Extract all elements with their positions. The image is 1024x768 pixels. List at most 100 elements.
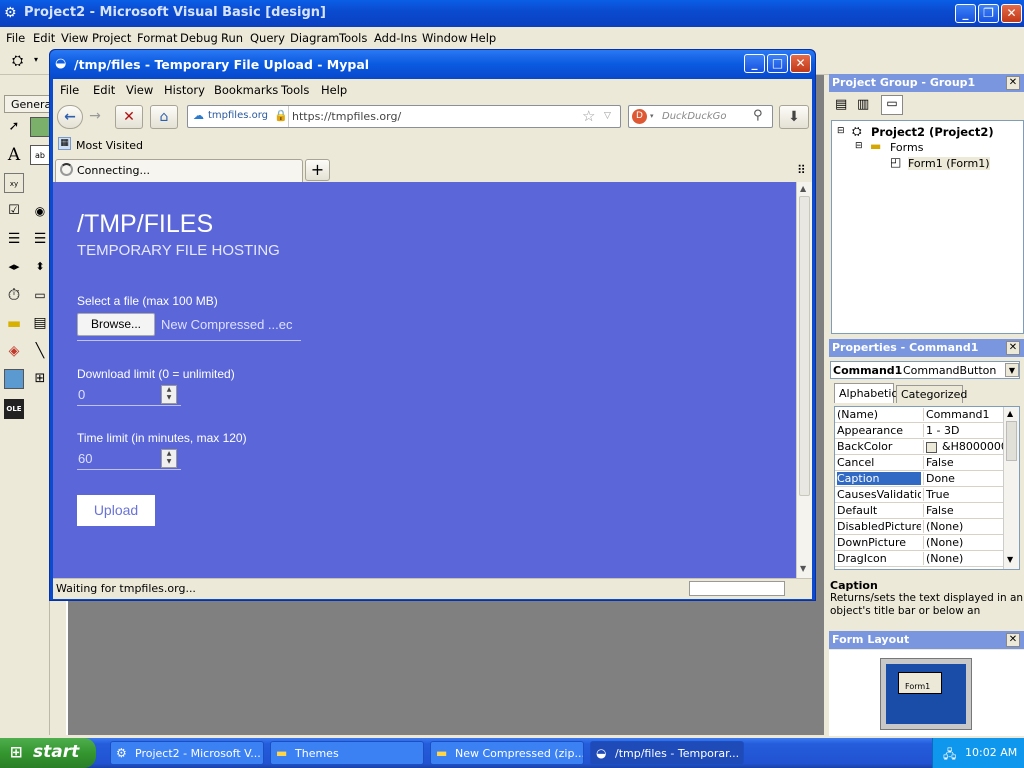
scroll-up-icon[interactable]: ▲ xyxy=(800,184,806,193)
page-scrollbar[interactable]: ▲ ▼ xyxy=(796,182,812,578)
downloads-button[interactable]: ⬇ xyxy=(779,105,809,129)
browser-menu-history[interactable]: History xyxy=(164,83,205,97)
task-mypal[interactable]: ◒/tmp/files - Temporar... xyxy=(590,741,744,765)
checkbox-tool-icon[interactable]: ☑ xyxy=(4,201,24,221)
vb-menu-window[interactable]: Window xyxy=(422,31,467,45)
home-button[interactable]: ⌂ xyxy=(150,105,178,129)
browser-menu-file[interactable]: File xyxy=(60,83,79,97)
forward-button[interactable]: → xyxy=(83,105,107,129)
close-button[interactable]: ✕ xyxy=(1001,4,1022,23)
drive-tool-icon[interactable]: ▭ xyxy=(30,285,50,305)
restore-button[interactable]: ❐ xyxy=(978,4,999,23)
textbox-tool-icon[interactable]: ab xyxy=(30,145,50,165)
property-row[interactable]: Appearance 1 - 3D xyxy=(835,423,1003,439)
object-selector[interactable]: Command1 CommandButton ▼ xyxy=(830,361,1020,379)
time-limit-stepper[interactable]: ▲ ▼ xyxy=(161,449,177,468)
vb-menu-diagram[interactable]: Diagram xyxy=(290,31,339,45)
search-icon[interactable]: ⚲ xyxy=(753,108,763,123)
listbox-tool-icon[interactable]: ☰ xyxy=(30,229,50,249)
task-new-compressed[interactable]: ▬ New Compressed (zip... xyxy=(430,741,584,765)
scroll-up-icon[interactable]: ▲ xyxy=(1007,409,1013,418)
property-row[interactable]: Default False xyxy=(835,503,1003,519)
chevron-down-icon[interactable]: ▾ xyxy=(650,112,654,120)
add-project-icon[interactable]: ⛭ xyxy=(12,53,23,69)
browser-menu-tools[interactable]: Tools xyxy=(281,83,309,97)
scroll-down-icon[interactable]: ▼ xyxy=(800,564,806,573)
duckduckgo-icon[interactable]: D xyxy=(632,109,647,124)
chevron-down-icon[interactable]: ▾ xyxy=(34,55,38,64)
property-row[interactable]: (Name) Command1 xyxy=(835,407,1003,423)
download-limit-stepper[interactable]: ▲ ▼ xyxy=(161,385,177,404)
minimize-button[interactable]: _ xyxy=(955,4,976,23)
view-code-icon[interactable]: ▤ xyxy=(835,97,847,112)
properties-panel-title[interactable]: Properties - Command1 ✕ xyxy=(829,339,1024,357)
file-tool-icon[interactable]: ▤ xyxy=(30,313,50,333)
tree-project2[interactable]: Project2 (Project2) xyxy=(871,125,994,139)
vscroll-tool-icon[interactable]: ⬍ xyxy=(30,257,50,277)
time-limit-input[interactable]: 60 ▲ ▼ xyxy=(77,448,181,470)
vb-title-bar[interactable]: ⚙ Project2 - Microsoft Visual Basic [des… xyxy=(0,0,1024,27)
site-identity[interactable]: tmpfiles.org xyxy=(208,110,268,121)
vb-menu-addins[interactable]: Add-Ins xyxy=(374,31,417,45)
frame-tool-icon[interactable]: xy xyxy=(4,173,24,193)
data-tool-icon[interactable]: ⊞ xyxy=(30,369,50,389)
property-row[interactable]: DownPicture (None) xyxy=(835,535,1003,551)
lock-icon[interactable]: 🔒 xyxy=(274,109,288,122)
properties-panel-close-button[interactable]: ✕ xyxy=(1006,341,1020,355)
url-text[interactable]: https://tmpfiles.org/ xyxy=(292,110,401,123)
task-themes[interactable]: ▬ Themes xyxy=(270,741,424,765)
tab-alphabetic[interactable]: Alphabetic xyxy=(834,383,897,403)
bookmark-most-visited[interactable]: Most Visited xyxy=(76,139,143,152)
vb-menu-view[interactable]: View xyxy=(61,31,88,45)
timer-tool-icon[interactable]: ⏱ xyxy=(4,285,24,305)
browser-maximize-button[interactable]: □ xyxy=(767,54,788,73)
browser-menu-view[interactable]: View xyxy=(126,83,153,97)
form-layout-panel-title[interactable]: Form Layout ✕ xyxy=(829,631,1024,649)
tab-categorized[interactable]: Categorized xyxy=(896,385,967,403)
vb-menu-help[interactable]: Help xyxy=(470,31,496,45)
browser-menu-help[interactable]: Help xyxy=(321,83,347,97)
download-limit-input[interactable]: 0 ▲ ▼ xyxy=(77,384,181,406)
tab-connecting[interactable]: Connecting... xyxy=(55,159,303,182)
chevron-down-icon[interactable]: ▽ xyxy=(604,111,611,121)
property-row-selected[interactable]: Caption Done xyxy=(835,471,1003,487)
url-bar[interactable]: ☁ tmpfiles.org 🔒 https://tmpfiles.org/ ☆… xyxy=(187,105,621,128)
toolbox-tab-general[interactable]: General xyxy=(4,95,54,113)
chevron-down-icon[interactable]: ▼ xyxy=(1005,363,1019,377)
vb-menu-project[interactable]: Project xyxy=(92,31,131,45)
pointer-tool-icon[interactable]: ➚ xyxy=(4,117,24,137)
toggle-folders-icon[interactable]: ▭ xyxy=(881,95,903,115)
stop-button[interactable]: ✕ xyxy=(115,105,143,129)
project-panel-close-button[interactable]: ✕ xyxy=(1006,76,1020,90)
option-tool-icon[interactable]: ◉ xyxy=(30,201,50,221)
picture-tool-icon[interactable] xyxy=(30,117,50,137)
hscroll-tool-icon[interactable]: ◂▸ xyxy=(4,257,24,277)
browser-close-button[interactable]: ✕ xyxy=(790,54,811,73)
property-row[interactable]: CausesValidationTrue xyxy=(835,487,1003,503)
properties-scrollbar[interactable]: ▲ ▼ xyxy=(1003,407,1019,569)
search-bar[interactable]: D ▾ DuckDuckGo ⚲ xyxy=(628,105,773,128)
label-tool-icon[interactable]: A xyxy=(4,145,24,165)
network-icon[interactable]: 🖧 xyxy=(943,745,956,766)
scroll-down-icon[interactable]: ▼ xyxy=(1007,555,1013,564)
tab-list-icon[interactable]: ⠿ xyxy=(797,163,806,177)
shape-tool-icon[interactable]: ◈ xyxy=(4,341,24,361)
collapse-icon[interactable]: ⊟ xyxy=(855,141,863,151)
scroll-thumb[interactable] xyxy=(1006,421,1017,461)
vb-menu-tools[interactable]: Tools xyxy=(339,31,367,45)
vb-menu-format[interactable]: Format xyxy=(137,31,178,45)
image-tool-icon[interactable] xyxy=(4,369,24,389)
tree-forms[interactable]: Forms xyxy=(890,141,923,154)
form-layout-close-button[interactable]: ✕ xyxy=(1006,633,1020,647)
project-panel-title[interactable]: Project Group - Group1 ✕ xyxy=(829,74,1024,92)
bookmark-star-icon[interactable]: ☆ xyxy=(582,107,595,125)
property-row[interactable]: Cancel False xyxy=(835,455,1003,471)
browse-button[interactable]: Browse... xyxy=(77,313,155,336)
start-button[interactable]: ⊞ start xyxy=(0,738,96,768)
browser-title-bar[interactable]: ◒ /tmp/files - Temporary File Upload - M… xyxy=(50,50,815,79)
form-layout-form1[interactable]: Form1 xyxy=(898,672,942,694)
property-row[interactable]: BackColor&H8000000F xyxy=(835,439,1003,455)
task-vb[interactable]: ⚙ Project2 - Microsoft V... xyxy=(110,741,264,765)
vb-menu-file[interactable]: File xyxy=(6,31,25,45)
property-row[interactable]: DragIcon (None) xyxy=(835,551,1003,567)
